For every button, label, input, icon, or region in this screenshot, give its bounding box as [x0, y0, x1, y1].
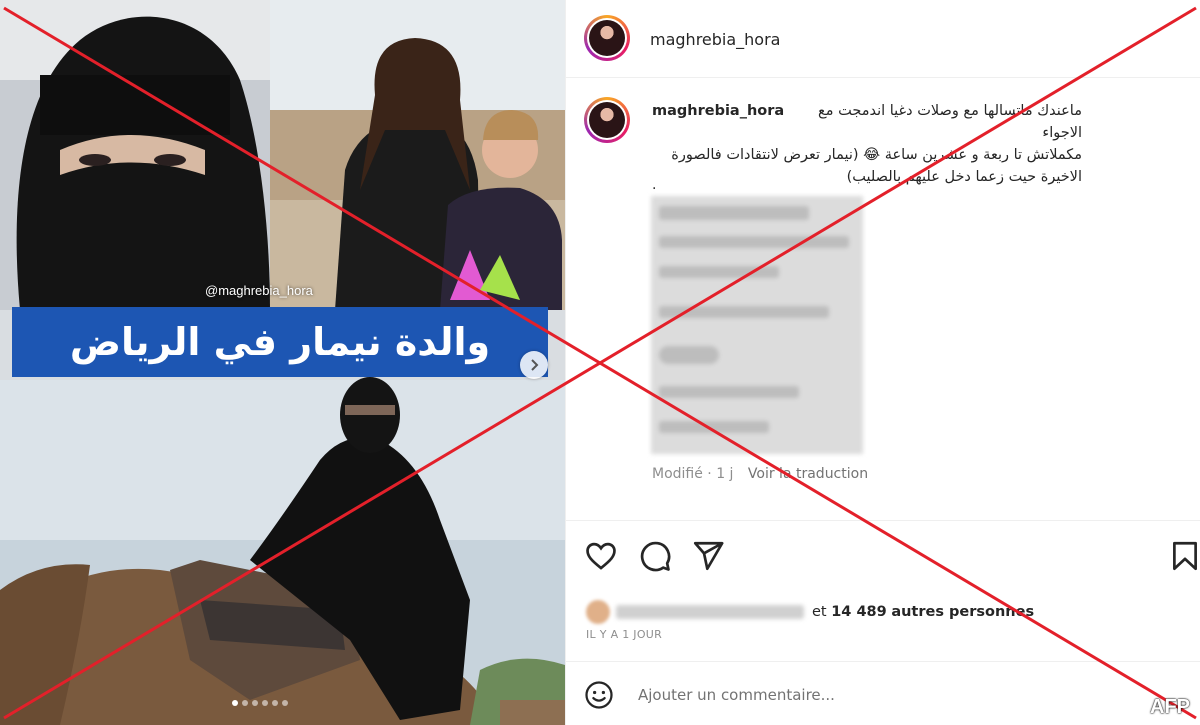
- comment-input[interactable]: [638, 680, 1098, 710]
- bookmark-icon[interactable]: [1168, 539, 1200, 573]
- carousel-dots: [232, 700, 288, 706]
- see-translation-link[interactable]: Voir la traduction: [748, 466, 868, 482]
- blurred-liker-name: [616, 605, 804, 619]
- share-icon[interactable]: [691, 539, 725, 573]
- caption-line-1: ماعندك ماتسالها مع وصلات دغيا اندمجت مع …: [818, 103, 1082, 141]
- image-watermark-handle: @maghrebia_hora: [205, 283, 313, 298]
- carousel-dot: [272, 700, 278, 706]
- likes-summary[interactable]: et 14 489 autres personnes: [586, 600, 1034, 624]
- heart-icon[interactable]: [584, 539, 618, 573]
- caption-text: maghrebia_hora ماعندك ماتسالها مع وصلات …: [652, 100, 1082, 188]
- image-title-banner: والدة نيمار في الرياض: [12, 307, 548, 377]
- blurred-comments-area: [651, 196, 863, 454]
- chevron-right-icon: [531, 359, 539, 371]
- caption-dot: .: [652, 177, 657, 193]
- post-meta: Modifié · 1 j Voir la traduction: [652, 466, 868, 482]
- emoji-icon[interactable]: [584, 680, 614, 710]
- carousel-dot: [252, 700, 258, 706]
- carousel-dot: [262, 700, 268, 706]
- post-side-panel: maghrebia_hora maghrebia_hora ماعندك مات…: [565, 0, 1200, 725]
- post-actions-bar: [566, 520, 1200, 588]
- avatar[interactable]: [584, 15, 630, 61]
- caption-line-3: الاخيرة حيت زعما دخل عليهم بالصليب): [846, 169, 1082, 185]
- carousel-next-button[interactable]: [520, 351, 548, 379]
- likes-count: 14 489: [831, 604, 887, 620]
- blurred-liker-avatar: [586, 600, 610, 624]
- header-username[interactable]: maghrebia_hora: [650, 30, 780, 49]
- post-media[interactable]: @maghrebia_hora والدة نيمار في الرياض: [0, 0, 565, 725]
- likes-count-text: et 14 489 autres personnes: [812, 604, 1035, 620]
- carousel-dot: [242, 700, 248, 706]
- image-title-text: والدة نيمار في الرياض: [69, 320, 491, 364]
- carousel-dot: [232, 700, 238, 706]
- edited-label: Modifié · 1 j: [652, 466, 734, 482]
- caption-username[interactable]: maghrebia_hora: [652, 100, 784, 122]
- carousel-dot: [282, 700, 288, 706]
- afp-watermark: AFP: [1150, 696, 1190, 718]
- post-timestamp: IL Y A 1 JOUR: [586, 628, 663, 641]
- caption-line-2: مكملاتش تا ربعة و عشرين ساعة 😂 (نيمار تع…: [671, 147, 1082, 163]
- post-header: maghrebia_hora: [566, 0, 1200, 78]
- comment-icon[interactable]: [638, 539, 672, 573]
- comment-bar: [566, 661, 1200, 725]
- caption-avatar[interactable]: [584, 97, 630, 143]
